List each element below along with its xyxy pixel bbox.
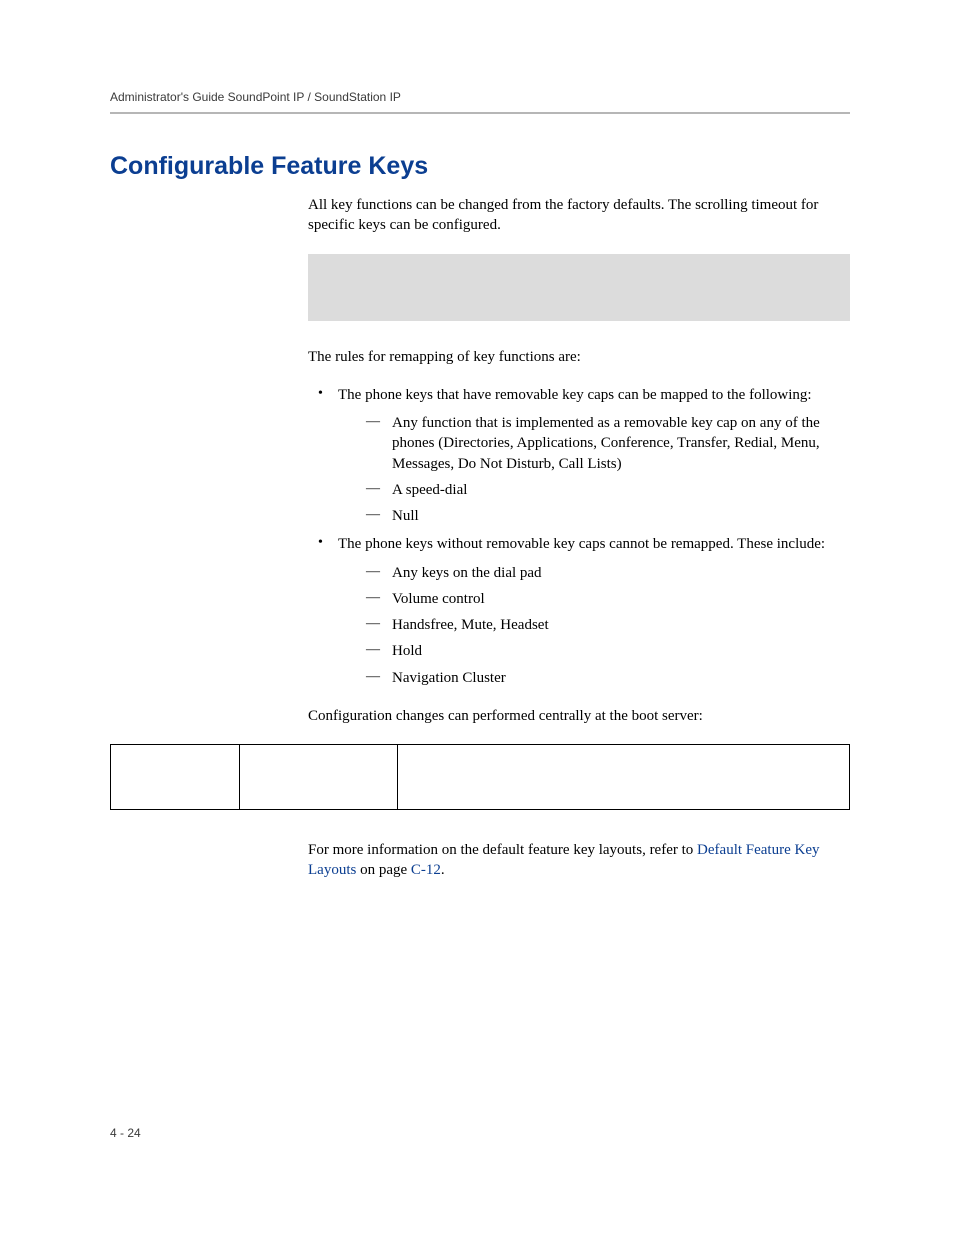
config-line: Configuration changes can performed cent… xyxy=(308,706,850,726)
more-info-pre: For more information on the default feat… xyxy=(308,842,697,858)
running-header: Administrator's Guide SoundPoint IP / So… xyxy=(110,90,850,114)
table-cell xyxy=(398,745,850,810)
more-info-mid: on page xyxy=(356,862,411,878)
rule-subitem: Null xyxy=(338,506,850,526)
table-cell xyxy=(111,745,240,810)
rule-text: The phone keys without removable key cap… xyxy=(338,536,825,552)
page-number: 4 - 24 xyxy=(110,1126,141,1140)
link-page-ref[interactable]: C-12 xyxy=(411,862,441,878)
table-row xyxy=(111,745,850,810)
rule-subitem: Any keys on the dial pad xyxy=(338,563,850,583)
rule-subitem: Navigation Cluster xyxy=(338,668,850,688)
more-info-post: . xyxy=(441,862,445,878)
config-table xyxy=(110,744,850,810)
note-box xyxy=(308,254,850,321)
more-info-paragraph: For more information on the default feat… xyxy=(308,840,850,881)
rule-subitem: Handsfree, Mute, Headset xyxy=(338,615,850,635)
rule-item: The phone keys without removable key cap… xyxy=(308,534,850,688)
rule-subitem: Volume control xyxy=(338,589,850,609)
rule-sublist: Any function that is implemented as a re… xyxy=(338,413,850,526)
rule-sublist: Any keys on the dial pad Volume control … xyxy=(338,563,850,688)
intro-paragraph: All key functions can be changed from th… xyxy=(308,195,850,236)
rule-item: The phone keys that have removable key c… xyxy=(308,385,850,527)
section-heading: Configurable Feature Keys xyxy=(110,152,850,181)
table-cell xyxy=(240,745,398,810)
rules-list: The phone keys that have removable key c… xyxy=(308,385,850,688)
rule-subitem: Any function that is implemented as a re… xyxy=(338,413,850,474)
rules-intro: The rules for remapping of key functions… xyxy=(308,347,850,367)
rule-text: The phone keys that have removable key c… xyxy=(338,387,812,403)
rule-subitem: Hold xyxy=(338,641,850,661)
rule-subitem: A speed-dial xyxy=(338,480,850,500)
